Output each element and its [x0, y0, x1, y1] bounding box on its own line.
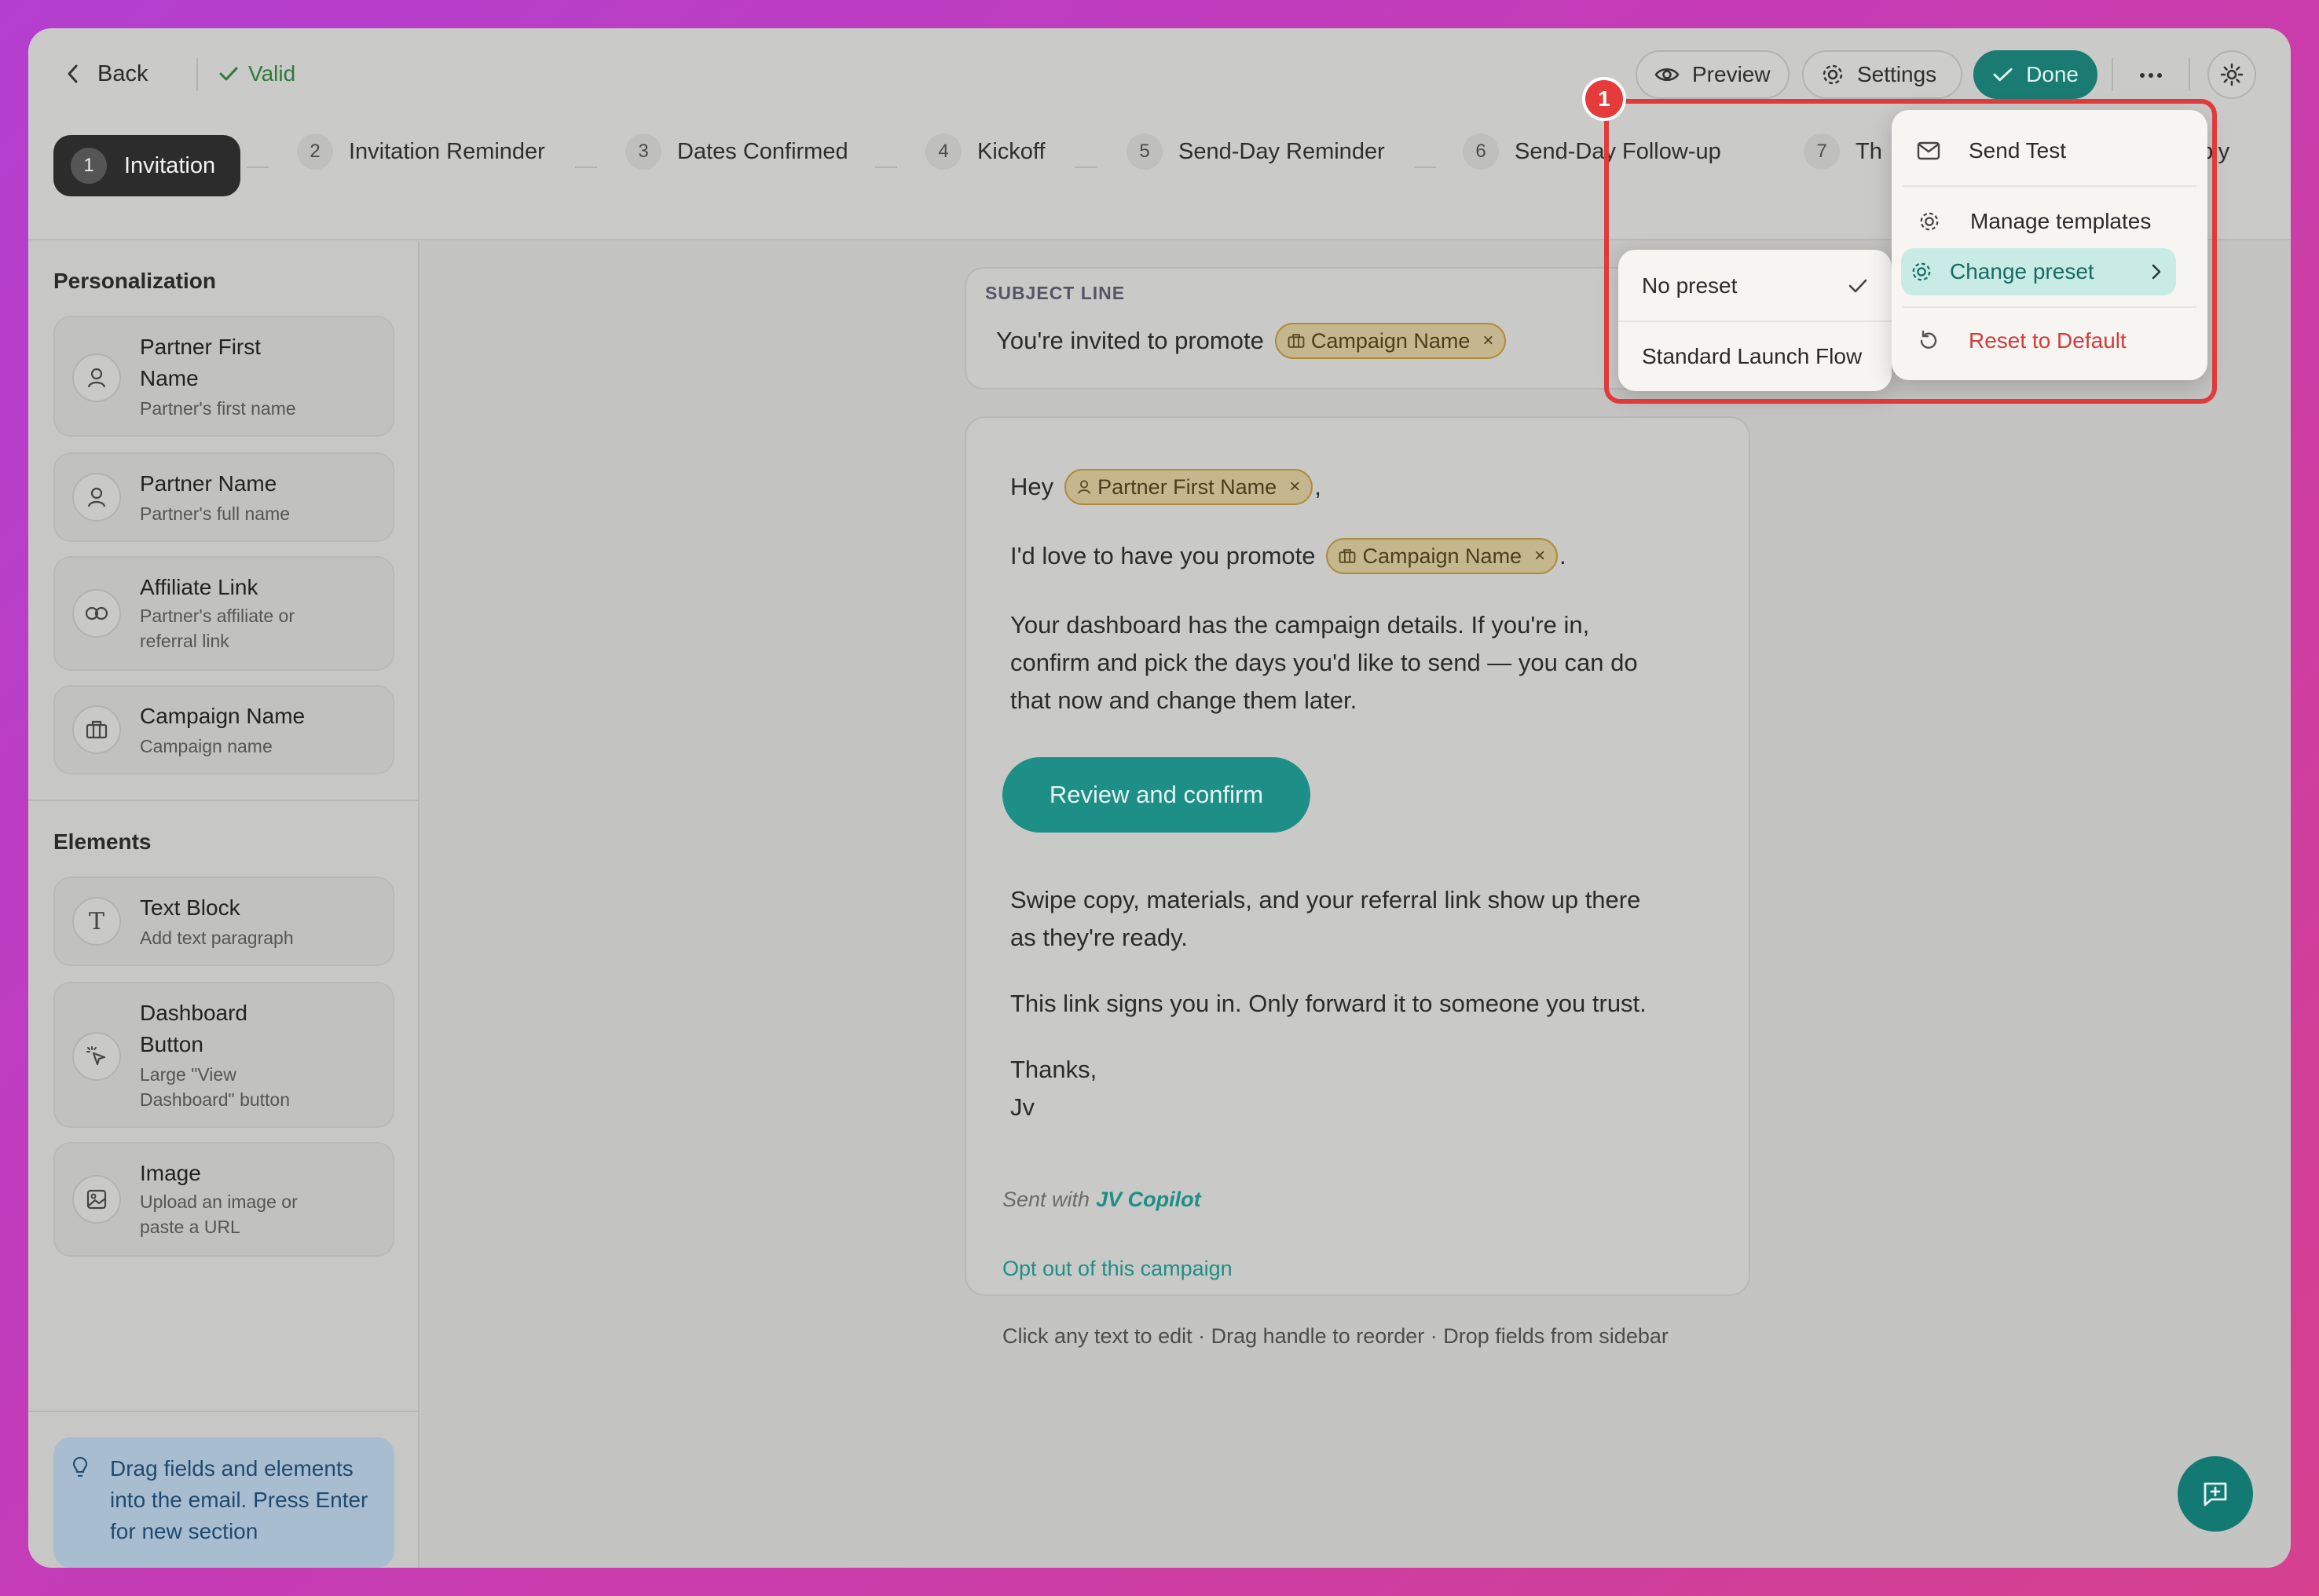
back-label: Back: [97, 60, 148, 86]
briefcase-icon: [1288, 334, 1305, 348]
link-icon: [72, 589, 121, 638]
tip-box: Drag fields and elements into the email.…: [53, 1437, 394, 1568]
divider: [196, 58, 198, 91]
tab-label: Invitation: [124, 152, 216, 178]
tab-invitation-reminder[interactable]: 2 Invitation Reminder: [297, 134, 545, 170]
text-block[interactable]: Your dashboard has the campaign details.…: [1010, 606, 1638, 719]
theme-toggle-button[interactable]: [2207, 50, 2256, 99]
field-affiliate-link[interactable]: Affiliate Link Partner's affiliate or re…: [53, 556, 394, 671]
opt-out-link[interactable]: Opt out of this campaign: [1002, 1257, 1233, 1281]
done-button[interactable]: Done: [1973, 50, 2097, 99]
tab-kickoff[interactable]: 4 Kickoff: [925, 134, 1046, 170]
campaign-name-chip[interactable]: Campaign Name ×: [1326, 538, 1559, 574]
lightbulb-icon: [72, 1456, 88, 1477]
tab-dates-confirmed[interactable]: 3 Dates Confirmed: [625, 134, 848, 170]
field-partner-name[interactable]: Partner Name Partner's full name: [53, 452, 394, 542]
check-icon: [1993, 68, 2013, 82]
subject-label: SUBJECT LINE: [985, 283, 1126, 303]
briefcase-icon: [1339, 549, 1356, 563]
user-icon: [72, 353, 121, 402]
back-button[interactable]: Back: [66, 57, 148, 91]
divider: [28, 800, 419, 801]
divider: [1414, 167, 1436, 168]
elements-title: Elements: [53, 829, 152, 854]
brand-link[interactable]: JV Copilot: [1096, 1188, 1201, 1212]
app-window: Back Valid Preview Settings Done 1 Invit…: [28, 28, 2291, 1568]
more-button[interactable]: [2129, 55, 2173, 96]
image-icon: [72, 1175, 121, 1224]
message-plus-icon: [2204, 1482, 2227, 1506]
greeting-line[interactable]: Hey Partner First Name × ,: [1010, 467, 1321, 507]
divider: [575, 167, 597, 168]
valid-status: Valid: [218, 57, 295, 91]
step-number: 1: [71, 148, 107, 184]
element-image[interactable]: Image Upload an image or paste a URL: [53, 1142, 394, 1257]
sent-with-footer: Sent with JV Copilot: [1002, 1188, 1201, 1212]
preview-button[interactable]: Preview: [1636, 50, 1790, 99]
subject-line[interactable]: You're invited to promote Campaign Name …: [996, 320, 1507, 361]
ellipsis-icon: [2140, 73, 2162, 78]
text-block[interactable]: Thanks, Jv: [1010, 1051, 1097, 1126]
chevron-left-icon: [68, 64, 78, 83]
tab-invitation[interactable]: 1 Invitation: [53, 135, 240, 196]
check-icon: [219, 67, 238, 81]
user-icon: [1078, 480, 1090, 494]
divider: [875, 167, 897, 168]
email-card: Hey Partner First Name × , I'd love to h…: [965, 416, 1750, 1296]
partner-first-name-chip[interactable]: Partner First Name ×: [1064, 469, 1313, 505]
divider: [1075, 167, 1097, 168]
briefcase-icon: [72, 705, 121, 754]
campaign-name-chip[interactable]: Campaign Name ×: [1274, 323, 1507, 359]
editor-hint: Click any text to edit · Drag handle to …: [1002, 1324, 1669, 1348]
close-icon[interactable]: ×: [1289, 476, 1300, 498]
text-icon: T: [72, 897, 121, 946]
divider: [2112, 58, 2113, 91]
sidebar: Personalization Partner First Name Partn…: [28, 242, 419, 1568]
field-partner-first-name[interactable]: Partner First Name Partner's first name: [53, 316, 394, 437]
field-campaign-name[interactable]: Campaign Name Campaign name: [53, 685, 394, 774]
annotation-badge: 1: [1582, 77, 1626, 121]
user-icon: [72, 473, 121, 522]
divider: [28, 1411, 419, 1412]
divider: [247, 167, 269, 168]
element-text-block[interactable]: T Text Block Add text paragraph: [53, 877, 394, 966]
tab-send-day-reminder[interactable]: 5 Send-Day Reminder: [1127, 134, 1385, 170]
settings-button[interactable]: Settings: [1802, 50, 1962, 99]
text-block[interactable]: This link signs you in. Only forward it …: [1010, 985, 1647, 1023]
review-confirm-button[interactable]: Review and confirm: [1002, 757, 1310, 833]
promote-line[interactable]: I'd love to have you promote Campaign Na…: [1010, 536, 1566, 577]
personalization-title: Personalization: [53, 269, 216, 293]
element-dashboard-button[interactable]: Dashboard Button Large "View Dashboard" …: [53, 982, 394, 1128]
cursor-click-icon: [72, 1032, 121, 1081]
annotation-highlight: [1604, 99, 2217, 404]
close-icon[interactable]: ×: [1482, 330, 1493, 352]
gear-icon: [1823, 64, 1843, 85]
feedback-button[interactable]: [2178, 1456, 2253, 1532]
text-block[interactable]: Swipe copy, materials, and your referral…: [1010, 881, 1640, 957]
close-icon[interactable]: ×: [1534, 545, 1545, 567]
sun-icon: [2220, 63, 2244, 86]
eye-icon: [1654, 68, 1680, 81]
divider: [2189, 58, 2190, 91]
